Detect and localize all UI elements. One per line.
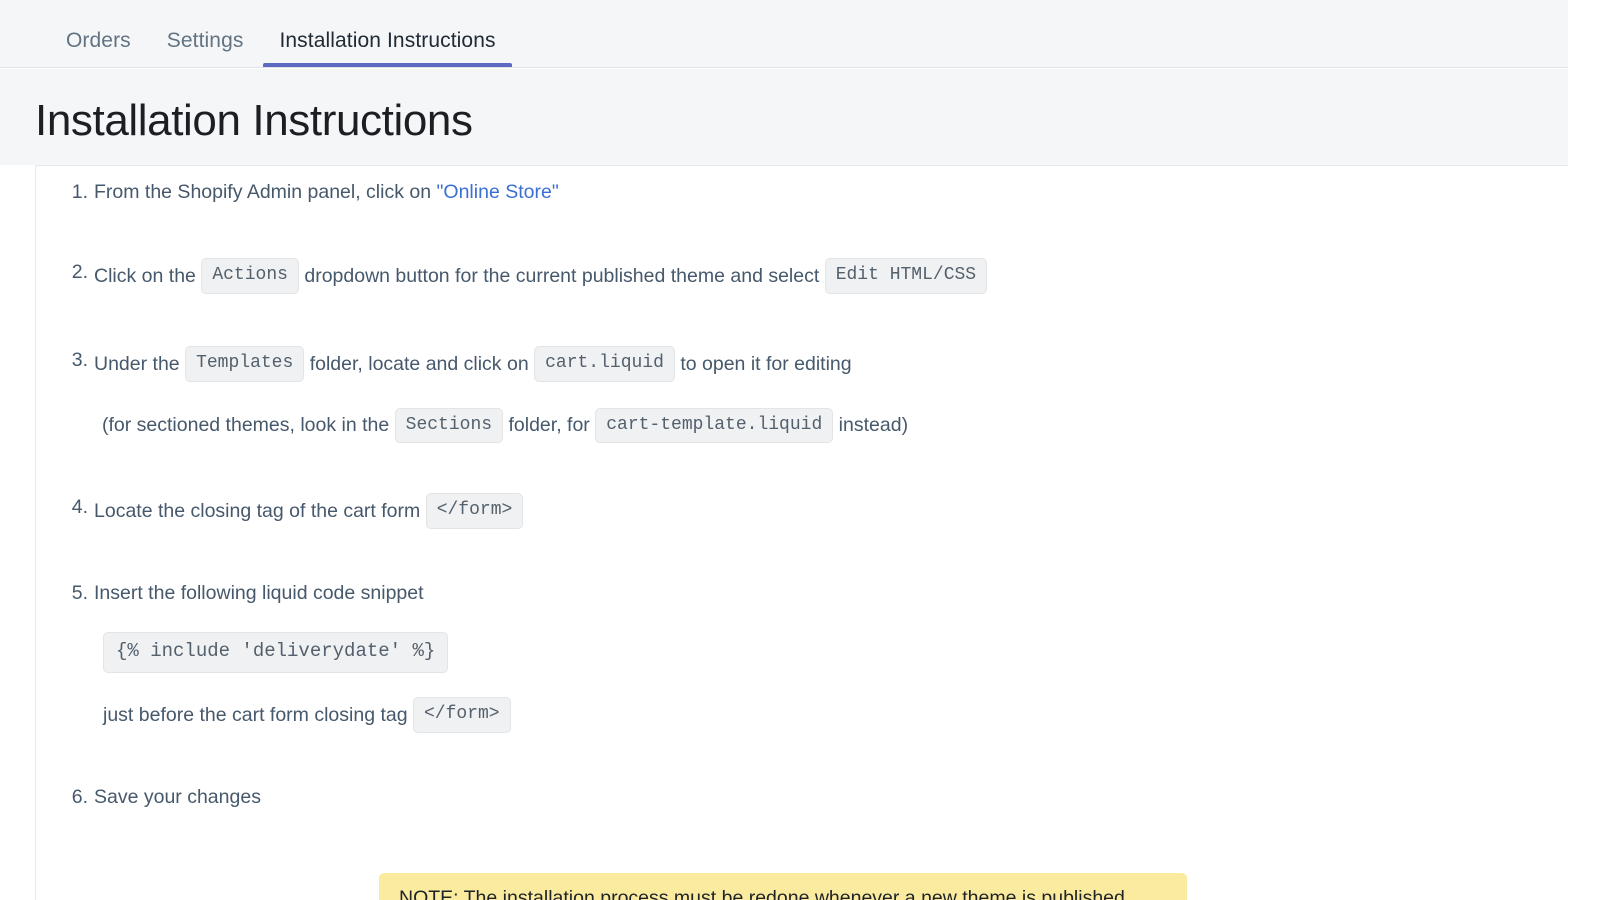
instructions-card: 1. From the Shopify Admin panel, click o…: [35, 165, 1568, 900]
step-3-content: Under the Templates folder, locate and c…: [94, 346, 908, 382]
step-3-sub-text-after: instead): [833, 411, 908, 439]
step-1-content: From the Shopify Admin panel, click on "…: [94, 178, 559, 206]
step-5-content: Insert the following liquid code snippet: [94, 579, 511, 607]
step-3-text-before: Under the: [94, 350, 185, 378]
step-5-number: 5.: [62, 579, 88, 607]
step-5-text-after: just before the cart form closing tag: [103, 701, 413, 729]
step-2-text-middle: dropdown button for the current publishe…: [299, 262, 825, 290]
installation-note-banner: NOTE: The installation process must be r…: [379, 873, 1187, 900]
code-chip-templates: Templates: [185, 346, 304, 382]
step-6-content: Save your changes: [94, 783, 261, 811]
step-3-text-after: to open it for editing: [675, 350, 852, 378]
tab-settings-label: Settings: [167, 29, 244, 52]
instruction-step-1: 1. From the Shopify Admin panel, click o…: [36, 178, 559, 206]
code-snippet-deliverydate: {% include 'deliverydate' %}: [103, 632, 448, 673]
instruction-step-3: 3. Under the Templates folder, locate an…: [36, 346, 908, 443]
step-3-sub-text-middle: folder, for: [503, 411, 595, 439]
step-2-content: Click on the Actions dropdown button for…: [94, 258, 987, 294]
installation-note-text: NOTE: The installation process must be r…: [399, 887, 1125, 900]
tab-bar: Orders Settings Installation Instruction…: [0, 0, 1568, 68]
code-chip-sections: Sections: [395, 408, 503, 444]
tab-installation-instructions-label: Installation Instructions: [279, 29, 495, 52]
step-2-text-before: Click on the: [94, 262, 201, 290]
code-chip-cart-template-liquid: cart-template.liquid: [595, 408, 833, 444]
instruction-step-5: 5. Insert the following liquid code snip…: [36, 579, 511, 733]
step-4-content: Locate the closing tag of the cart form …: [94, 493, 523, 529]
code-chip-edit-html-css: Edit HTML/CSS: [825, 258, 987, 294]
online-store-link[interactable]: "Online Store": [437, 178, 559, 206]
tab-orders-label: Orders: [66, 29, 131, 52]
app-frame: Orders Settings Installation Instruction…: [0, 0, 1600, 900]
step-3-number: 3.: [62, 346, 88, 374]
step-5-snippet-row: {% include 'deliverydate' %}: [94, 632, 511, 673]
step-6-number: 6.: [62, 783, 88, 811]
step-5-after-row: just before the cart form closing tag </…: [94, 697, 511, 733]
step-1-number: 1.: [62, 178, 88, 206]
step-5-text-before: Insert the following liquid code snippet: [94, 579, 424, 607]
code-chip-cart-liquid: cart.liquid: [534, 346, 675, 382]
tab-settings[interactable]: Settings: [149, 30, 262, 67]
instruction-step-6: 6. Save your changes: [36, 783, 261, 811]
code-chip-actions: Actions: [201, 258, 299, 294]
instruction-step-2: 2. Click on the Actions dropdown button …: [36, 258, 987, 294]
tab-list: Orders Settings Installation Instruction…: [0, 0, 1568, 67]
step-1-text: From the Shopify Admin panel, click on: [94, 178, 437, 206]
page-header: Installation Instructions: [0, 69, 1568, 165]
step-4-number: 4.: [62, 493, 88, 521]
tab-installation-instructions[interactable]: Installation Instructions: [261, 30, 513, 67]
active-tab-indicator: [263, 63, 511, 67]
code-chip-form-close-tag-2: </form>: [413, 697, 511, 733]
step-3-subnote: (for sectioned themes, look in the Secti…: [94, 408, 908, 444]
code-chip-form-close-tag-1: </form>: [426, 493, 524, 529]
instruction-step-4: 4. Locate the closing tag of the cart fo…: [36, 493, 523, 529]
step-3-text-middle: folder, locate and click on: [304, 350, 534, 378]
page-title: Installation Instructions: [35, 99, 473, 143]
tab-orders[interactable]: Orders: [48, 30, 149, 67]
step-2-number: 2.: [62, 258, 88, 286]
step-6-text: Save your changes: [94, 783, 261, 811]
step-3-sub-text-before: (for sectioned themes, look in the: [102, 411, 395, 439]
step-4-text-before: Locate the closing tag of the cart form: [94, 497, 426, 525]
